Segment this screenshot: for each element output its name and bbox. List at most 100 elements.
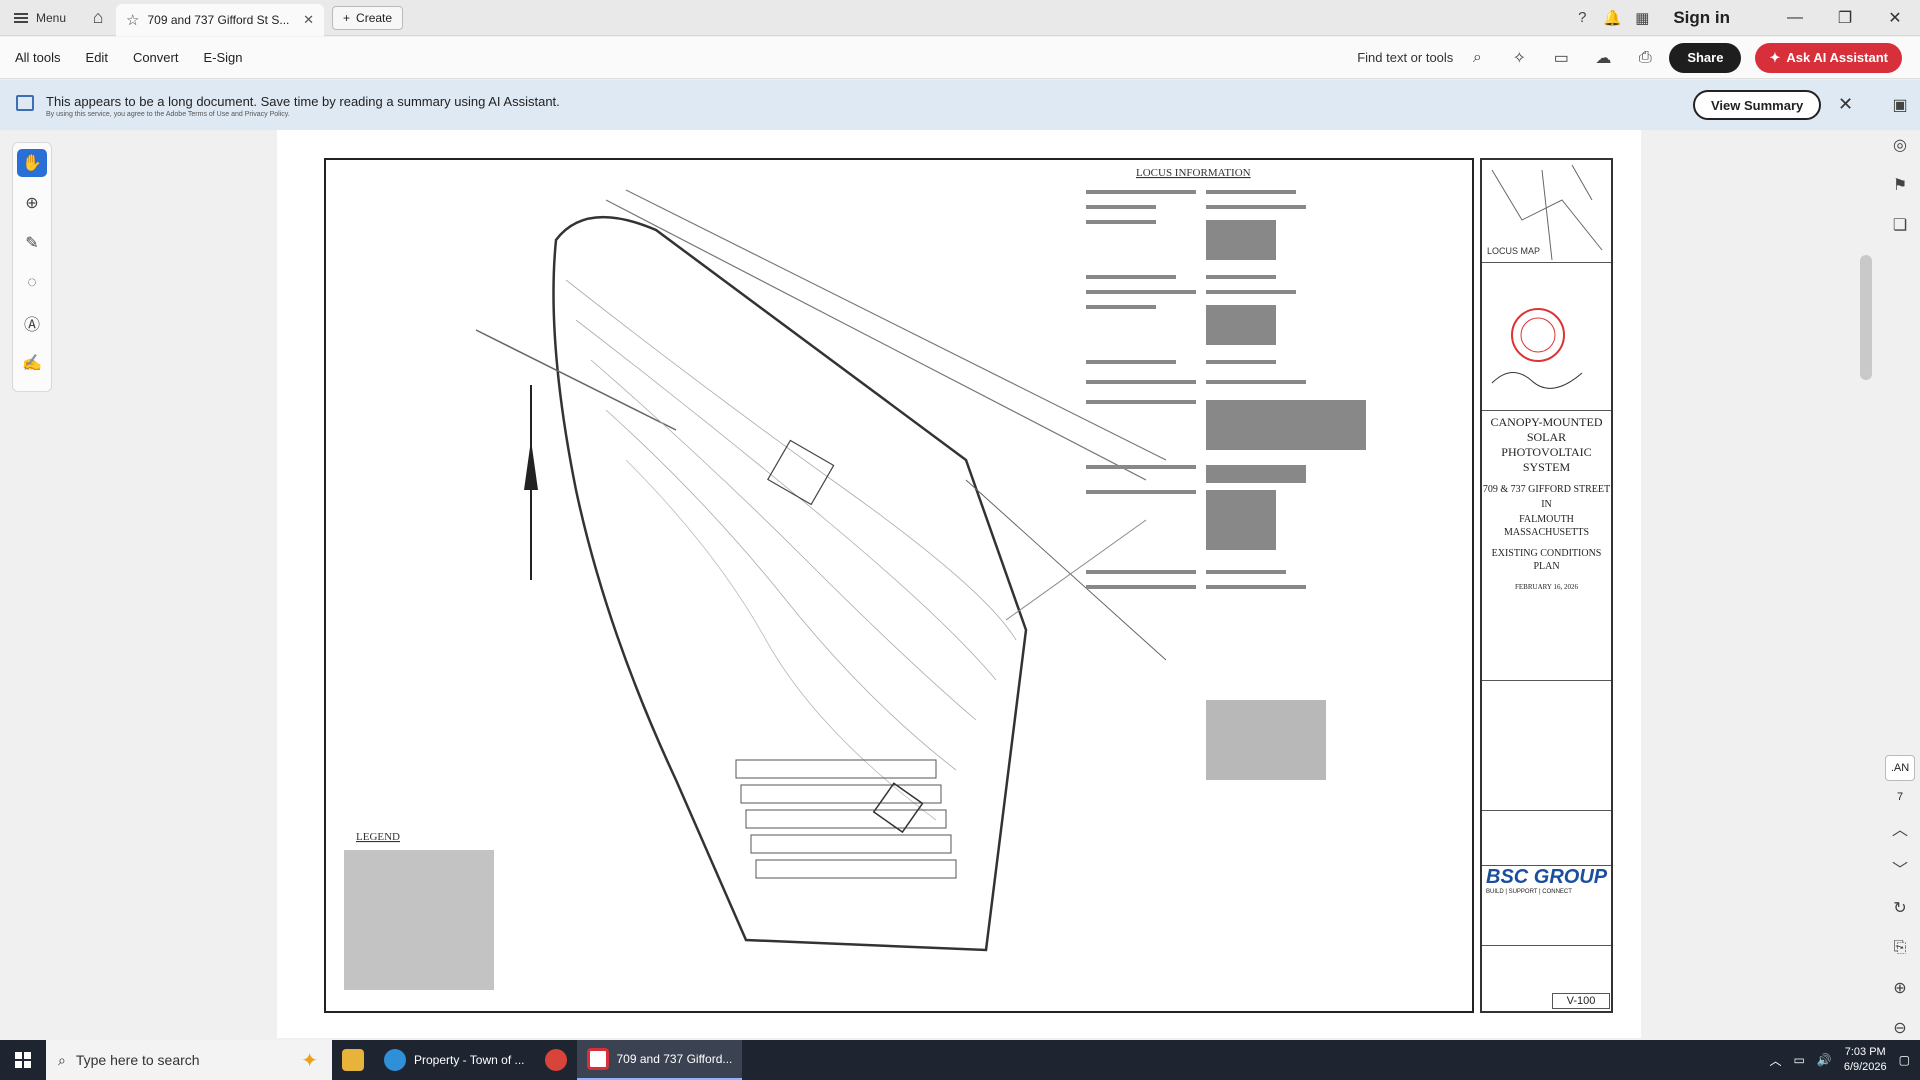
star-icon[interactable]: ☆ <box>126 11 139 29</box>
view-summary-button[interactable]: View Summary <box>1693 90 1822 120</box>
page-navigation: .AN 7 ︿ ﹀ ↻ ⎘ ⊕ ⊖ <box>1880 755 1920 1043</box>
project-town: FALMOUTH MASSACHUSETTS <box>1503 514 1590 538</box>
locus-information-title: LOCUS INFORMATION <box>1136 167 1251 179</box>
document-tab[interactable]: ☆ 709 and 737 Gifford St S... ✕ <box>116 3 325 36</box>
search-icon[interactable]: ⌕ <box>1459 43 1495 73</box>
share-button[interactable]: Share <box>1669 42 1742 73</box>
engineer-seal-drawing <box>1491 308 1583 389</box>
signature-icon[interactable]: ✍ <box>17 349 47 377</box>
prepared-for-section <box>1482 811 1611 866</box>
taskbar-app-browser[interactable]: Property - Town of ... <box>374 1040 535 1080</box>
windows-start-icon[interactable] <box>0 1040 46 1080</box>
page-number: 7 <box>1896 791 1904 803</box>
ai-tools-icon[interactable]: ✧ <box>1501 43 1537 73</box>
minimize-icon[interactable]: — <box>1770 9 1820 27</box>
sheet-number: V-100 <box>1552 993 1610 1009</box>
close-tab-icon[interactable]: ✕ <box>303 12 314 28</box>
project-address: 709 & 737 GIFFORD STREET <box>1482 484 1611 495</box>
legend-title: LEGEND <box>356 831 400 843</box>
sign-in-button[interactable]: Sign in <box>1673 8 1730 28</box>
restore-icon[interactable]: ❐ <box>1820 8 1870 28</box>
pen-icon[interactable]: ✎ <box>17 229 47 257</box>
banner-text: This appears to be a long document. Save… <box>46 94 560 109</box>
firm-name: BSC GROUP <box>1486 866 1608 888</box>
sparkle-icon: ✦ <box>301 1049 318 1072</box>
page-label-box[interactable]: .AN <box>1885 755 1915 781</box>
ai-summary-banner: This appears to be a long document. Save… <box>0 80 1920 130</box>
comment-icon[interactable]: ◎ <box>1885 130 1915 160</box>
clock-time: 7:03 PM <box>1844 1046 1886 1058</box>
menu-edit[interactable]: Edit <box>86 50 108 65</box>
edge-icon <box>384 1049 406 1071</box>
plan-date: FEBRUARY 16, 2026 <box>1515 583 1578 591</box>
taskbar-app-acrobat[interactable]: 709 and 737 Gifford... <box>576 1040 743 1080</box>
close-window-icon[interactable]: ✕ <box>1870 8 1920 28</box>
bell-icon[interactable]: 🔔 <box>1597 9 1627 27</box>
tab-title: 709 and 737 Gifford St S... <box>147 12 290 27</box>
pages-icon[interactable]: ❏ <box>1885 210 1915 240</box>
network-icon[interactable]: ▭ <box>1794 1053 1805 1067</box>
save-icon[interactable]: ▭ <box>1543 43 1579 73</box>
rotate-icon[interactable]: ↻ <box>1885 893 1915 923</box>
text-select-icon[interactable]: Ⓐ <box>17 309 47 337</box>
zoom-out-icon[interactable]: ⊖ <box>1885 1013 1915 1043</box>
file-explorer-app[interactable] <box>332 1040 374 1080</box>
address-in-label: IN <box>1541 499 1552 510</box>
menu-button[interactable]: Menu <box>0 0 80 36</box>
banner-subtext: By using this service, you agree to the … <box>46 111 290 118</box>
plan-title: EXISTING CONDITIONS PLAN <box>1491 548 1602 572</box>
hamburger-icon <box>14 12 28 23</box>
title-bar: Menu ⌂ ☆ 709 and 737 Gifford St S... ✕ +… <box>0 0 1920 36</box>
lasso-icon[interactable]: ◌ <box>17 269 47 297</box>
volume-icon[interactable]: 🔊 <box>1817 1053 1832 1067</box>
main-toolbar: All tools Edit Convert E-Sign Find text … <box>0 37 1920 79</box>
ai-assistant-icon: ✦ <box>1769 49 1781 65</box>
hand-tool-icon[interactable]: ✋ <box>17 149 47 177</box>
locus-map-label: LOCUS MAP <box>1487 246 1541 256</box>
upload-cloud-icon[interactable]: ☁ <box>1585 43 1621 73</box>
toolbar-right-group: Find text or tools ⌕ ✧ ▭ ☁ ⎙ Share ✦ Ask… <box>1357 42 1920 73</box>
zoom-comment-icon[interactable]: ⊕ <box>17 189 47 217</box>
search-icon: ⌕ <box>58 1051 66 1068</box>
clock-date: 6/9/2026 <box>1843 1061 1887 1073</box>
taskbar-search[interactable]: ⌕ Type here to search ✦ <box>46 1040 332 1080</box>
home-icon[interactable]: ⌂ <box>80 0 116 36</box>
seal-section <box>1482 263 1611 411</box>
acrobat-app-label: 709 and 737 Gifford... <box>616 1052 733 1066</box>
menu-convert[interactable]: Convert <box>133 50 179 65</box>
menu-label: Menu <box>36 10 67 25</box>
close-banner-icon[interactable]: ✕ <box>1838 94 1853 115</box>
menu-all-tools[interactable]: All tools <box>15 50 61 65</box>
plus-icon: + <box>343 10 351 25</box>
chevron-up-icon[interactable]: ︿ <box>1885 813 1915 843</box>
scrollbar-thumb[interactable] <box>1860 255 1872 380</box>
page-fit-icon[interactable]: ⎘ <box>1885 933 1915 963</box>
left-tool-panel: ✋ ⊕ ✎ ◌ Ⓐ ✍ <box>12 142 52 392</box>
firm-section: BSC GROUP BUILD | SUPPORT | CONNECT <box>1482 866 1611 946</box>
tray-chevron-icon[interactable]: ︿ <box>1770 1052 1782 1069</box>
ask-ai-assistant-button[interactable]: ✦ Ask AI Assistant <box>1755 42 1902 73</box>
firm-tagline: BUILD | SUPPORT | CONNECT <box>1486 889 1572 895</box>
revisions-section <box>1482 681 1611 811</box>
vertical-scrollbar[interactable] <box>1858 135 1874 1035</box>
ask-ai-label: Ask AI Assistant <box>1786 50 1888 65</box>
search-placeholder: Type here to search <box>75 1052 200 1068</box>
apps-grid-icon[interactable]: ▦ <box>1627 9 1657 27</box>
browser-app-label: Property - Town of ... <box>414 1053 525 1067</box>
zoom-in-icon[interactable]: ⊕ <box>1885 973 1915 1003</box>
create-button[interactable]: + Create <box>332 5 404 30</box>
site-plan-drawing: LOCUS INFORMATION LEGEND <box>344 167 1366 990</box>
project-title: CANOPY-MOUNTED SOLAR PHOTOVOLTAIC SYSTEM <box>1490 415 1603 474</box>
menu-esign[interactable]: E-Sign <box>203 50 242 65</box>
notifications-icon[interactable]: ▢ <box>1899 1053 1910 1067</box>
windows-taskbar: ⌕ Type here to search ✦ Property - Town … <box>0 1040 1920 1080</box>
chevron-down-icon[interactable]: ﹀ <box>1885 853 1915 883</box>
ai-summary-icon[interactable]: ▣ <box>1885 90 1915 120</box>
bookmark-icon[interactable]: ⚑ <box>1885 170 1915 200</box>
clock[interactable]: 7:03 PM 6/9/2026 <box>1844 1045 1887 1075</box>
drawing-sheet: LOCUS INFORMATION LEGEND <box>324 158 1474 1013</box>
find-text-label[interactable]: Find text or tools <box>1357 50 1453 65</box>
taskbar-app-other[interactable] <box>535 1040 577 1080</box>
print-icon[interactable]: ⎙ <box>1627 43 1663 73</box>
help-icon[interactable]: ? <box>1567 9 1597 26</box>
